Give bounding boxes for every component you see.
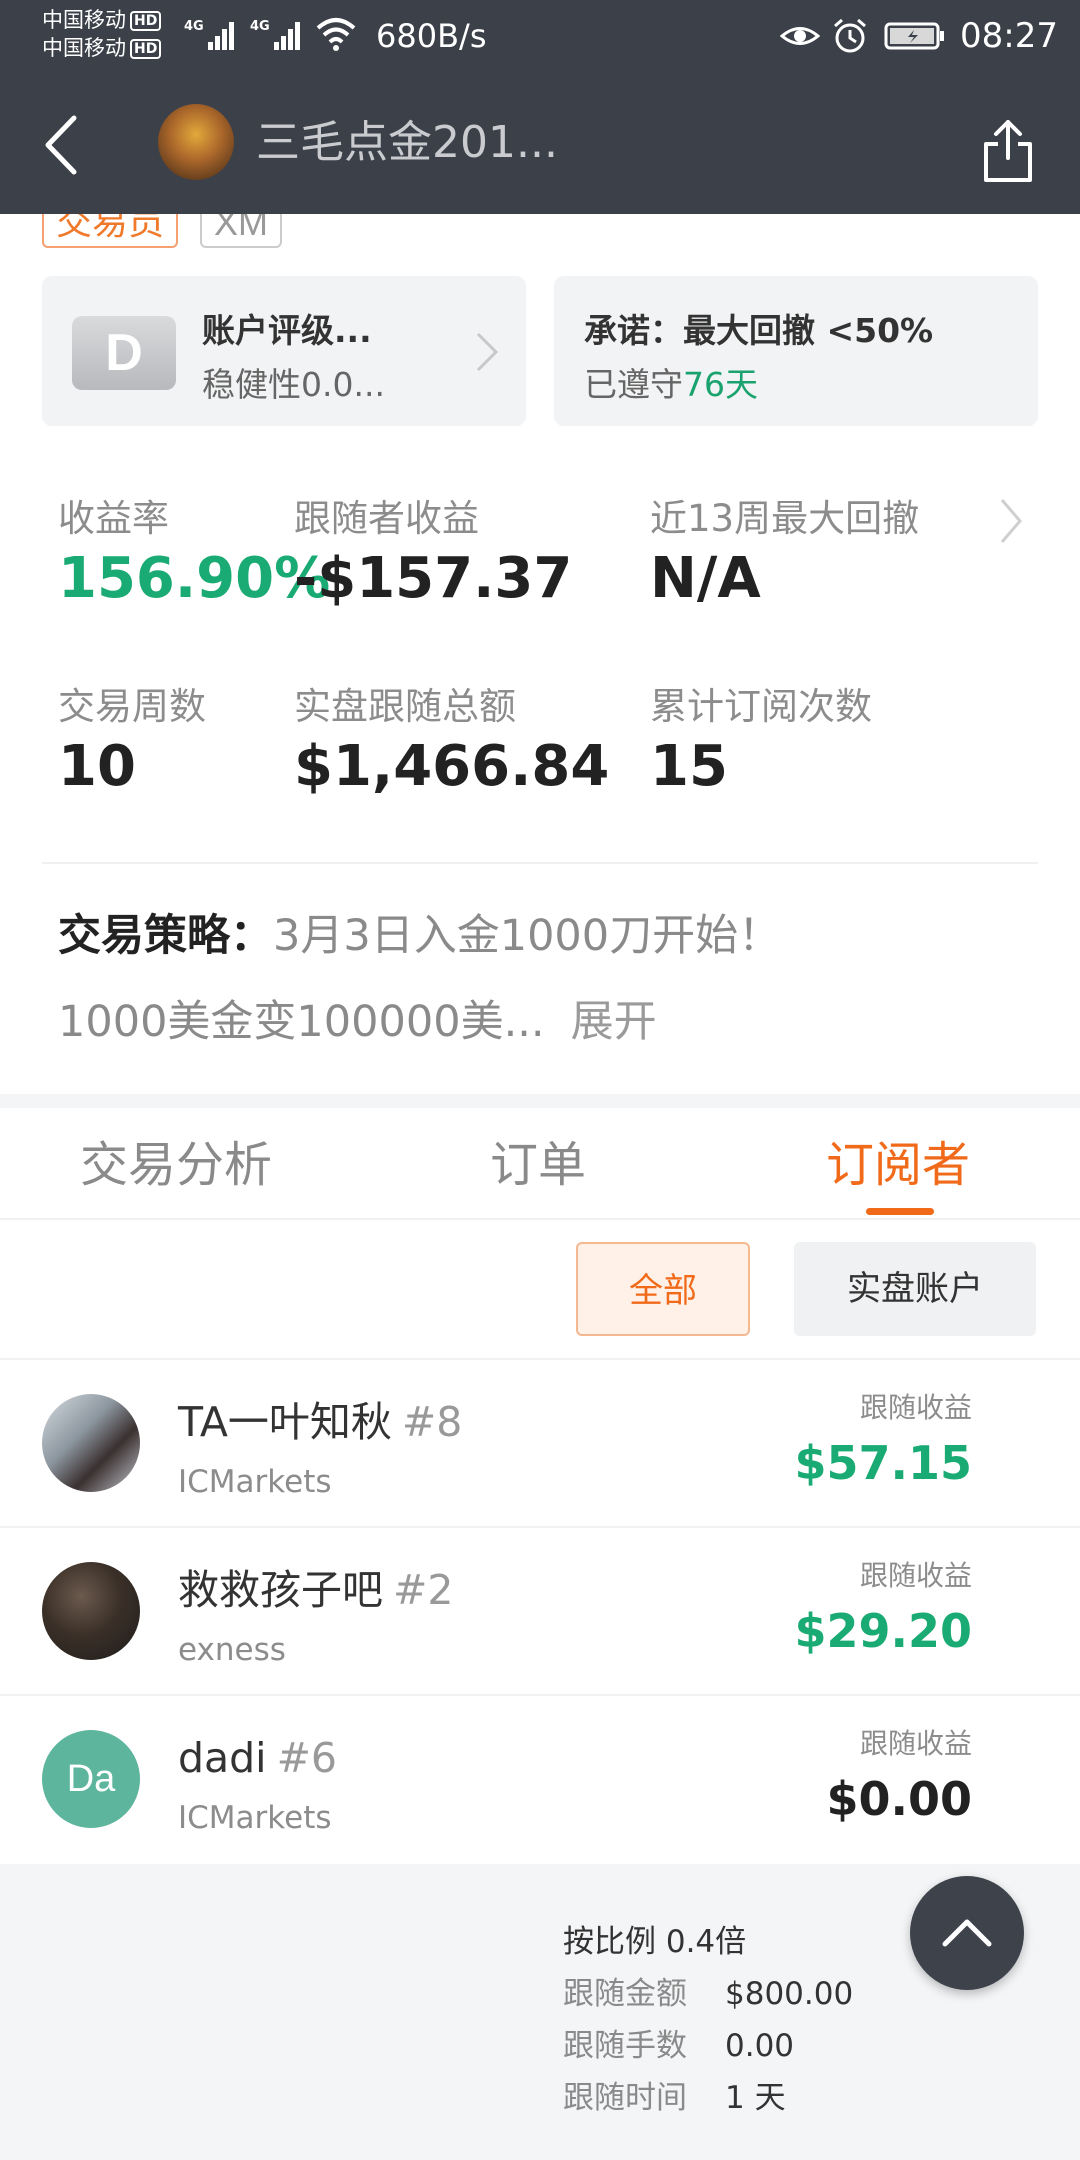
rating-title: 账户评级... — [202, 311, 372, 350]
follow-earnings-value: $0.00 — [826, 1772, 972, 1826]
account-rating-card[interactable]: D 账户评级... 稳健性0.0... — [42, 276, 526, 426]
top-bar: 中国移动 HD 中国移动 HD 4G 4G 680B/s 08:27 三毛点金2… — [0, 0, 1080, 214]
subscriber-name: TA一叶知秋 #8 — [178, 1394, 462, 1450]
chevron-up-icon — [942, 1919, 992, 1947]
status-right: 08:27 — [780, 14, 1058, 58]
scroll-to-top-button[interactable] — [910, 1876, 1024, 1990]
expand-link[interactable]: 展开 — [571, 997, 657, 1047]
subscriber-broker: exness — [178, 1632, 286, 1668]
return-rate-label: 收益率 — [58, 497, 169, 540]
battery-icon — [884, 22, 945, 50]
real-follow-label: 实盘跟随总额 — [294, 685, 516, 728]
follow-amount-label: 跟随金额 — [563, 1976, 687, 2012]
clock: 08:27 — [960, 16, 1058, 56]
share-icon[interactable] — [980, 118, 1036, 184]
promise-kept: 已遵守76天 — [584, 358, 758, 406]
subscriptions-value: 15 — [650, 734, 728, 799]
subscriptions-label: 累计订阅次数 — [650, 685, 872, 728]
follow-earnings-value: $57.15 — [794, 1436, 972, 1490]
subscriber-rank: #6 — [276, 1734, 338, 1782]
network-speed: 680B/s — [376, 17, 487, 55]
strategy-label: 交易策略： — [58, 911, 273, 961]
trading-weeks-label: 交易周数 — [58, 685, 206, 728]
signal-icon: 4G — [184, 19, 234, 50]
hd-badge: HD — [130, 39, 162, 59]
promise-title: 承诺：最大回撤 <50% — [584, 311, 934, 350]
follow-time-row: 跟随时间 1 天 — [563, 2076, 786, 2120]
follow-ratio: 按比例 0.4倍 — [563, 1924, 747, 1960]
network-type-1: 4G — [184, 19, 204, 34]
follow-time-value: 1 天 — [725, 2080, 786, 2116]
follower-profit-label: 跟随者收益 — [294, 497, 479, 540]
active-tab-indicator — [866, 1208, 934, 1215]
page-title: 三毛点金201... — [256, 117, 558, 168]
chevron-right-icon — [476, 332, 499, 372]
filter-all-button[interactable]: 全部 — [576, 1242, 750, 1336]
avatar — [42, 1394, 140, 1492]
trading-weeks-value: 10 — [58, 734, 136, 799]
subscriber-rank: #2 — [393, 1566, 454, 1614]
strategy-text-1: 3月3日入金1000刀开始！ — [273, 911, 782, 961]
network-type-2: 4G — [250, 19, 270, 34]
tab-trade-analysis[interactable]: 交易分析 — [80, 1132, 272, 1198]
strategy-line-1: 交易策略：3月3日入金1000刀开始！ — [58, 906, 781, 966]
max-drawdown-label: 近13周最大回撤 — [650, 497, 920, 540]
subscriber-broker: ICMarkets — [178, 1800, 332, 1836]
follow-lots-label: 跟随手数 — [563, 2028, 687, 2064]
follow-earnings-label: 跟随收益 — [859, 1727, 972, 1760]
follow-lots-value: 0.00 — [725, 2028, 795, 2064]
rating-subtitle: 稳健性0.0... — [202, 365, 385, 404]
subscriber-name-text: dadi — [178, 1734, 267, 1782]
carrier-info: 中国移动 HD 中国移动 HD — [42, 6, 162, 62]
subscriber-name: dadi #6 — [178, 1730, 337, 1786]
rating-badge: D — [72, 316, 176, 390]
alarm-icon — [834, 18, 866, 53]
max-drawdown-value: N/A — [650, 546, 761, 611]
subscriber-row[interactable]: TA一叶知秋 #8 ICMarkets 跟随收益 $57.15 — [0, 1360, 1080, 1528]
strategy-text-2: 1000美金变100000美... — [58, 997, 545, 1047]
eye-icon — [780, 27, 821, 45]
real-follow-value: $1,466.84 — [294, 734, 610, 799]
hd-badge: HD — [130, 11, 162, 31]
strategy-line-2: 1000美金变100000美... 展开 — [58, 992, 657, 1052]
chevron-right-icon[interactable] — [998, 496, 1024, 546]
promise-card: 承诺：最大回撤 <50% 已遵守76天 — [554, 276, 1038, 426]
section-gap — [0, 1094, 1080, 1108]
avatar: Da — [42, 1730, 140, 1828]
return-rate-value: 156.90% — [58, 546, 331, 611]
tabs-divider — [0, 1218, 1080, 1220]
follow-earnings-value: $29.20 — [794, 1604, 972, 1658]
follow-lots-row: 跟随手数 0.00 — [563, 2024, 794, 2068]
subscriber-name-text: 救救孩子吧 — [178, 1566, 383, 1614]
tab-subscribers[interactable]: 订阅者 — [826, 1132, 970, 1198]
filter-real-account-button[interactable]: 实盘账户 — [794, 1242, 1036, 1336]
status-bar: 中国移动 HD 中国移动 HD 4G 4G 680B/s 08:27 — [0, 0, 1080, 74]
header-edge — [0, 198, 1080, 214]
back-arrow-icon[interactable] — [38, 110, 88, 180]
subscriber-row[interactable]: 救救孩子吧 #2 exness 跟随收益 $29.20 — [0, 1528, 1080, 1696]
follow-earnings-label: 跟随收益 — [859, 1559, 972, 1592]
subscriber-name-text: TA一叶知秋 — [178, 1398, 392, 1446]
signal-icon: 4G — [250, 19, 300, 50]
subscriber-broker: ICMarkets — [178, 1464, 332, 1500]
follower-profit-value: -$157.37 — [294, 546, 573, 611]
follow-time-label: 跟随时间 — [563, 2080, 687, 2116]
follow-earnings-label: 跟随收益 — [859, 1391, 972, 1424]
follow-amount-value: $800.00 — [725, 1976, 854, 2012]
subscriber-row[interactable]: Da dadi #6 ICMarkets 跟随收益 $0.00 — [0, 1696, 1080, 1864]
subscriber-rank: #8 — [401, 1398, 463, 1446]
subscriber-name: 救救孩子吧 #2 — [178, 1562, 453, 1618]
wifi-icon — [316, 18, 356, 51]
trader-avatar[interactable] — [158, 104, 234, 180]
promise-kept-prefix: 已遵守 — [584, 365, 683, 404]
tab-orders[interactable]: 订单 — [490, 1132, 586, 1198]
avatar — [42, 1562, 140, 1660]
promise-kept-days: 76天 — [683, 365, 758, 404]
carrier-2: 中国移动 — [42, 36, 126, 60]
follow-amount-row: 跟随金额 $800.00 — [563, 1972, 853, 2016]
carrier-1: 中国移动 — [42, 8, 126, 32]
divider — [42, 862, 1038, 864]
